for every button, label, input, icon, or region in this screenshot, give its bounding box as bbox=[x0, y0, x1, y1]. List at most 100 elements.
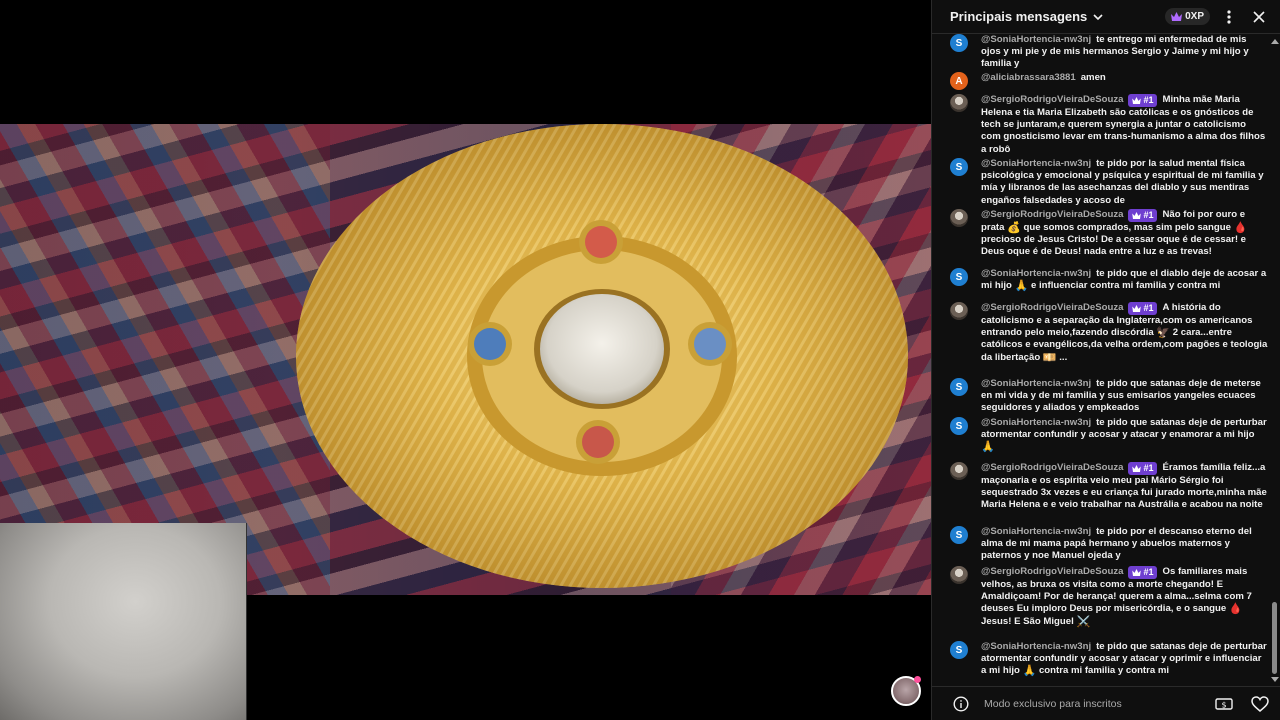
info-button[interactable] bbox=[950, 693, 972, 715]
chat-header: Principais mensagens 0XP bbox=[932, 0, 1280, 34]
crown-icon bbox=[1132, 97, 1142, 104]
message-content: @SoniaHortencia-nw3nj te pido que satanas… bbox=[981, 378, 1268, 415]
author-name[interactable]: @SoniaHortencia-nw3nj bbox=[981, 378, 1091, 389]
avatar[interactable]: S bbox=[950, 34, 968, 52]
praying-hands-emoji: 🙏 bbox=[1014, 280, 1029, 293]
avatar[interactable] bbox=[950, 94, 968, 112]
chat-message: S @SoniaHortencia-nw3nj te pido que satan… bbox=[950, 417, 1268, 454]
avatar[interactable]: S bbox=[950, 417, 968, 435]
badge-label: #1 bbox=[1143, 95, 1154, 106]
info-icon bbox=[953, 695, 969, 712]
author-name[interactable]: @SoniaHortencia-nw3nj bbox=[981, 417, 1091, 428]
badge-label: #1 bbox=[1143, 303, 1154, 314]
author-name[interactable]: @SergioRodrigoVieiraDeSouza bbox=[981, 462, 1123, 473]
message-content: @SergioRodrigoVieiraDeSouza #1 Éramos famí… bbox=[981, 462, 1268, 512]
message-text: amen bbox=[1080, 72, 1106, 83]
chat-mode-dropdown[interactable]: Principais mensagens bbox=[950, 9, 1104, 24]
chat-message-list[interactable]: S @SoniaHortencia-nw3nj te entrego mi enf… bbox=[932, 34, 1275, 686]
message-text: Jesus! E São Miguel bbox=[981, 615, 1074, 627]
member-badge: #1 bbox=[1128, 566, 1158, 579]
avatar[interactable] bbox=[950, 302, 968, 320]
author-name[interactable]: @SoniaHortencia-nw3nj bbox=[981, 268, 1091, 279]
badge-label: #1 bbox=[1143, 210, 1154, 221]
chat-mode-label: Principais mensagens bbox=[950, 9, 1088, 24]
message-content: @aliciabrassara3881 amen bbox=[981, 72, 1106, 90]
close-chat-button[interactable] bbox=[1248, 6, 1270, 28]
author-name[interactable]: @SergioRodrigoVieiraDeSouza bbox=[981, 302, 1123, 313]
chat-message: @SergioRodrigoVieiraDeSouza #1 A história … bbox=[950, 302, 1268, 364]
author-name[interactable]: @SergioRodrigoVieiraDeSouza bbox=[981, 209, 1123, 220]
live-chat-panel: Principais mensagens 0XP S @SoniaHortenc… bbox=[931, 0, 1280, 720]
member-badge: #1 bbox=[1128, 462, 1158, 475]
message-text: que somos comprados, mas sim pelo sangue bbox=[1023, 222, 1231, 233]
xp-badge[interactable]: 0XP bbox=[1165, 8, 1210, 25]
message-content: @SergioRodrigoVieiraDeSouza #1 Os familiar… bbox=[981, 566, 1268, 628]
message-text: ... bbox=[1059, 351, 1068, 363]
crown-icon bbox=[1171, 12, 1183, 21]
badge-label: #1 bbox=[1143, 567, 1154, 578]
author-name[interactable]: @SoniaHortencia-nw3nj bbox=[981, 641, 1091, 652]
chat-footer: Modo exclusivo para inscritos $ bbox=[932, 686, 1280, 720]
chat-message: S @SoniaHortencia-nw3nj te pido por el de… bbox=[950, 526, 1268, 563]
avatar[interactable]: S bbox=[950, 526, 968, 544]
chat-message: S @SoniaHortencia-nw3nj te entrego mi enf… bbox=[950, 34, 1268, 71]
chat-scrollbar-thumb[interactable] bbox=[1272, 602, 1277, 674]
avatar[interactable]: S bbox=[950, 158, 968, 176]
money-bag-emoji: 💰 bbox=[1007, 222, 1021, 234]
author-name[interactable]: @SoniaHortencia-nw3nj bbox=[981, 158, 1091, 169]
message-content: @SoniaHortencia-nw3nj te pido que el diab… bbox=[981, 268, 1268, 292]
avatar[interactable]: S bbox=[950, 641, 968, 659]
member-badge: #1 bbox=[1128, 94, 1158, 107]
eagle-emoji: 🦅 bbox=[1156, 327, 1171, 340]
message-content: @SoniaHortencia-nw3nj te pido por la salu… bbox=[981, 158, 1268, 207]
member-badge: #1 bbox=[1128, 209, 1158, 222]
chat-message: S @SoniaHortencia-nw3nj te pido que satan… bbox=[950, 378, 1268, 415]
chat-message: @SergioRodrigoVieiraDeSouza #1 Os familiar… bbox=[950, 566, 1268, 628]
avatar[interactable] bbox=[950, 462, 968, 480]
more-options-button[interactable] bbox=[1218, 6, 1240, 28]
message-content: @SergioRodrigoVieiraDeSouza #1 A história … bbox=[981, 302, 1268, 364]
avatar[interactable]: S bbox=[950, 378, 968, 396]
message-text: e influenciar contra mi familia y contra… bbox=[1030, 280, 1221, 292]
blood-drop-emoji: 🩸 bbox=[1233, 222, 1248, 234]
author-name[interactable]: @SergioRodrigoVieiraDeSouza bbox=[981, 566, 1123, 577]
banknote-emoji: 💴 bbox=[1042, 351, 1057, 364]
super-chat-icon: $ bbox=[1215, 697, 1233, 710]
scroll-down-arrow-icon[interactable] bbox=[1271, 677, 1279, 683]
praying-hands-emoji: 🙏 bbox=[1022, 665, 1037, 678]
message-content: @SergioRodrigoVieiraDeSouza #1 Não foi por… bbox=[981, 209, 1268, 259]
message-content: @SoniaHortencia-nw3nj te pido por el desc… bbox=[981, 526, 1268, 563]
chat-message: @SergioRodrigoVieiraDeSouza #1 Não foi por… bbox=[950, 209, 1268, 259]
crown-icon bbox=[1132, 569, 1142, 576]
message-content: @SergioRodrigoVieiraDeSouza #1 Minha mãe M… bbox=[981, 94, 1268, 156]
message-content: @SoniaHortencia-nw3nj te entrego mi enfer… bbox=[981, 34, 1268, 71]
author-name[interactable]: @aliciabrassara3881 bbox=[981, 72, 1076, 83]
blood-drop-emoji: 🩸 bbox=[1228, 603, 1243, 616]
message-text: contra mi familia y contra mi bbox=[1038, 665, 1170, 677]
heart-icon bbox=[1251, 695, 1269, 712]
scroll-up-arrow-icon[interactable] bbox=[1271, 38, 1279, 44]
chat-message: S @SoniaHortencia-nw3nj te pido que el di… bbox=[950, 268, 1268, 292]
author-name[interactable]: @SoniaHortencia-nw3nj bbox=[981, 526, 1091, 537]
subscribers-only-mode-label: Modo exclusivo para inscritos bbox=[984, 697, 1122, 710]
monstrance-image bbox=[296, 124, 908, 588]
avatar[interactable]: A bbox=[950, 72, 968, 90]
author-name[interactable]: @SoniaHortencia-nw3nj bbox=[981, 34, 1091, 45]
message-content: @SoniaHortencia-nw3nj te pido que satanas… bbox=[981, 641, 1268, 678]
close-icon bbox=[1253, 10, 1265, 23]
like-reaction-button[interactable] bbox=[1249, 693, 1271, 715]
video-player[interactable] bbox=[0, 0, 931, 720]
chevron-down-icon bbox=[1093, 13, 1103, 20]
avatar[interactable] bbox=[950, 566, 968, 584]
avatar[interactable] bbox=[950, 209, 968, 227]
webcam-overlay bbox=[0, 523, 247, 720]
chat-message: A @aliciabrassara3881 amen bbox=[950, 72, 1268, 90]
reaction-button[interactable] bbox=[891, 676, 921, 706]
praying-hands-emoji: 🙏 bbox=[981, 441, 995, 454]
crown-icon bbox=[1132, 465, 1142, 472]
message-content: @SoniaHortencia-nw3nj te pido que satanas… bbox=[981, 417, 1268, 454]
more-vert-icon bbox=[1227, 9, 1231, 24]
avatar[interactable]: S bbox=[950, 268, 968, 286]
super-chat-button[interactable]: $ bbox=[1213, 693, 1235, 715]
author-name[interactable]: @SergioRodrigoVieiraDeSouza bbox=[981, 94, 1123, 105]
